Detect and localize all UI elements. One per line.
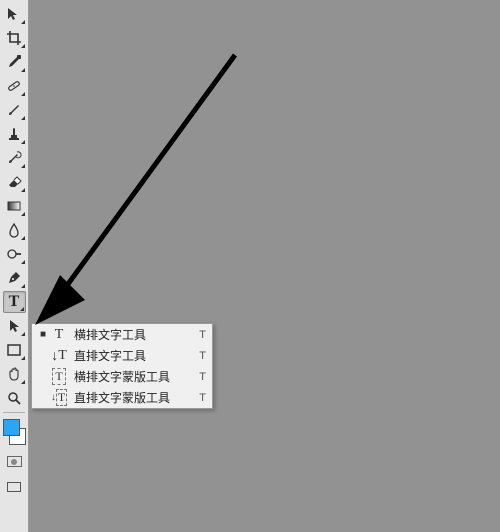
flyout-indicator-icon: [21, 260, 25, 264]
flyout-indicator-icon: [21, 332, 25, 336]
flyout-indicator-icon: [21, 284, 25, 288]
flyout-indicator-icon: [21, 116, 25, 120]
gradient-tool[interactable]: [3, 195, 26, 217]
flyout-item-horizontal-type[interactable]: ■ T 横排文字工具 T: [32, 324, 212, 345]
flyout-indicator-icon: [21, 380, 25, 384]
flyout-item-label: 直排文字工具: [74, 347, 193, 364]
clone-stamp-tool[interactable]: [3, 123, 26, 145]
flyout-indicator-icon: [21, 236, 25, 240]
flyout-indicator-icon: [21, 20, 25, 24]
flyout-indicator-icon: [21, 356, 25, 360]
flyout-indicator-icon: [21, 68, 25, 72]
quick-mask-toggle[interactable]: [3, 450, 26, 473]
type-icon: T: [9, 293, 20, 311]
horizontal-type-icon: T: [50, 326, 68, 344]
path-selection-tool[interactable]: [3, 315, 26, 337]
magnifier-icon: [6, 390, 22, 406]
screen-mode-icon: [7, 482, 21, 492]
type-tool[interactable]: T: [3, 291, 26, 313]
toolbar-separator: [3, 412, 25, 413]
blur-tool[interactable]: [3, 219, 26, 241]
pen-tool[interactable]: [3, 267, 26, 289]
horizontal-type-mask-icon: T: [50, 368, 68, 386]
vertical-type-icon: ↓T: [50, 347, 68, 365]
flyout-item-label: 直排文字蒙版工具: [74, 389, 193, 406]
flyout-item-shortcut: T: [193, 392, 206, 404]
vertical-type-mask-icon: ↓T: [50, 389, 68, 407]
brush-tool[interactable]: [3, 99, 26, 121]
flyout-indicator-icon: [21, 44, 25, 48]
zoom-tool[interactable]: [3, 387, 26, 409]
hand-tool[interactable]: [3, 363, 26, 385]
checkmark-icon: ■: [38, 329, 48, 340]
flyout-item-vertical-type-mask[interactable]: ↓T 直排文字蒙版工具 T: [32, 387, 212, 408]
flyout-item-shortcut: T: [193, 329, 206, 341]
tools-panel: T: [0, 0, 29, 532]
flyout-item-shortcut: T: [193, 350, 206, 362]
flyout-item-label: 横排文字工具: [74, 326, 193, 343]
flyout-item-label: 横排文字蒙版工具: [74, 368, 193, 385]
crop-tool[interactable]: [3, 27, 26, 49]
eraser-tool[interactable]: [3, 171, 26, 193]
type-tool-flyout: ■ T 横排文字工具 T ↓T 直排文字工具 T T 横排文字蒙版工具 T ↓T…: [31, 323, 213, 409]
history-brush-tool[interactable]: [3, 147, 26, 169]
move-tool[interactable]: [3, 3, 26, 25]
screen-mode-button[interactable]: [3, 475, 26, 498]
flyout-item-vertical-type[interactable]: ↓T 直排文字工具 T: [32, 345, 212, 366]
flyout-indicator-icon: [21, 188, 25, 192]
flyout-indicator-icon: [21, 164, 25, 168]
flyout-item-horizontal-type-mask[interactable]: T 横排文字蒙版工具 T: [32, 366, 212, 387]
color-swatches[interactable]: [2, 418, 27, 446]
dodge-tool[interactable]: [3, 243, 26, 265]
annotation-arrow: [0, 0, 500, 532]
flyout-indicator-icon: [21, 212, 25, 216]
eyedropper-tool[interactable]: [3, 51, 26, 73]
quick-mask-icon: [7, 456, 22, 467]
flyout-indicator-icon: [20, 307, 24, 311]
flyout-indicator-icon: [21, 140, 25, 144]
healing-brush-tool[interactable]: [3, 75, 26, 97]
flyout-indicator-icon: [21, 92, 25, 96]
rectangle-shape-tool[interactable]: [3, 339, 26, 361]
flyout-item-shortcut: T: [193, 371, 206, 383]
foreground-color-swatch[interactable]: [3, 419, 20, 436]
